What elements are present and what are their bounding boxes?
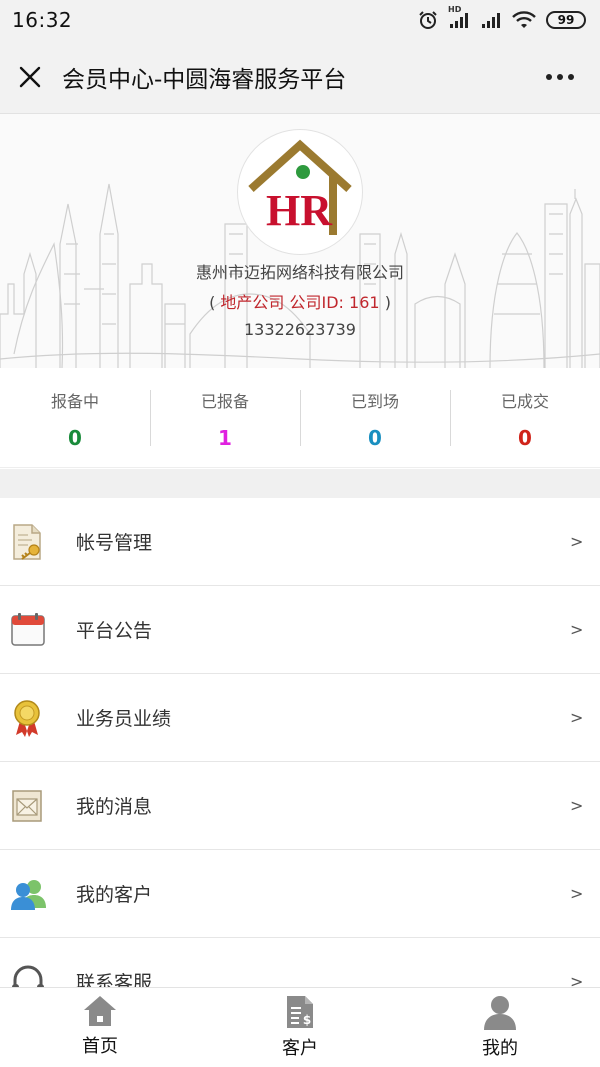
status-icons: HD 99 — [418, 5, 586, 30]
chevron-right-icon: > — [570, 708, 584, 727]
nav-label: 首页 — [82, 1036, 118, 1057]
nav-mine[interactable]: 我的 — [400, 988, 600, 1067]
signal-hd-icon: HD — [448, 5, 470, 29]
document-icon: $ — [287, 996, 313, 1028]
network-label: HD — [448, 5, 462, 14]
stat-reported[interactable]: 已报备 1 — [150, 368, 300, 468]
alarm-icon — [418, 10, 438, 30]
company-phone: 13322623739 — [244, 320, 356, 339]
wifi-icon — [512, 11, 536, 29]
close-icon — [19, 66, 41, 87]
meta-open-paren: ( — [209, 293, 216, 312]
stat-label: 已到场 — [350, 392, 399, 411]
company-logo: HR — [237, 129, 363, 255]
stat-value: 1 — [218, 426, 232, 450]
battery-icon: 99 — [546, 11, 586, 29]
nav-label: 客户 — [282, 1038, 318, 1059]
page-title: 会员中心-中圆海睿服务平台 — [62, 66, 347, 93]
profile-header: HR 惠州市迈拓网络科技有限公司 ( 地产公司 公司ID: 161 ) 1332… — [0, 114, 600, 368]
user-icon — [484, 996, 516, 1030]
menu-label: 我的客户 — [76, 884, 153, 906]
more-button[interactable] — [520, 40, 600, 114]
signal-icon — [480, 11, 502, 29]
nav-label: 我的 — [482, 1038, 518, 1059]
status-bar: 16:32 HD 99 — [0, 0, 600, 40]
home-icon — [84, 996, 116, 1026]
stat-reporting[interactable]: 报备中 0 — [0, 368, 150, 468]
menu-item-customers[interactable]: 我的客户 > — [0, 850, 600, 938]
menu-item-announcements[interactable]: 平台公告 > — [0, 586, 600, 674]
chevron-right-icon: > — [570, 796, 584, 815]
section-gap — [0, 469, 600, 498]
nav-home[interactable]: 首页 — [0, 988, 200, 1067]
menu-label: 平台公告 — [76, 620, 153, 642]
close-button[interactable] — [0, 40, 60, 114]
menu-label: 我的消息 — [76, 796, 153, 818]
bottom-nav: 首页 $ 客户 我的 — [0, 987, 600, 1067]
logo-text: HR — [266, 186, 333, 235]
svg-text:$: $ — [303, 1013, 311, 1027]
menu-item-account[interactable]: 帐号管理 > — [0, 498, 600, 586]
users-icon — [0, 878, 76, 910]
menu-label: 业务员业绩 — [76, 708, 172, 730]
menu-item-messages[interactable]: 我的消息 > — [0, 762, 600, 850]
stat-label: 报备中 — [50, 392, 99, 411]
status-time: 16:32 — [12, 8, 73, 32]
stat-value: 0 — [68, 426, 82, 450]
title-bar: 会员中心-中圆海睿服务平台 — [0, 40, 600, 114]
chevron-right-icon: > — [570, 884, 584, 903]
calendar-icon — [0, 612, 76, 647]
chevron-right-icon: > — [570, 532, 584, 551]
account-key-icon — [0, 523, 76, 561]
chevron-right-icon: > — [570, 620, 584, 639]
stat-value: 0 — [518, 426, 532, 450]
stat-closed[interactable]: 已成交 0 — [450, 368, 600, 468]
more-icon — [546, 73, 574, 80]
medal-icon — [0, 699, 76, 737]
company-id-label: 公司ID: — [289, 293, 344, 312]
company-type: 地产公司 — [220, 293, 285, 312]
stat-label: 已成交 — [500, 392, 549, 411]
stat-value: 0 — [368, 426, 382, 450]
stats-bar: 报备中 0 已报备 1 已到场 0 已成交 0 — [0, 368, 600, 468]
company-id: 161 — [349, 293, 380, 312]
company-meta: ( 地产公司 公司ID: 161 ) — [0, 289, 600, 313]
meta-close-paren: ) — [384, 293, 391, 312]
stat-arrived[interactable]: 已到场 0 — [300, 368, 450, 468]
nav-customers[interactable]: $ 客户 — [200, 988, 400, 1067]
company-name: 惠州市迈拓网络科技有限公司 — [195, 263, 404, 282]
stat-label: 已报备 — [200, 392, 249, 411]
menu-list: 帐号管理 > 平台公告 > 业务员业绩 > 我的消息 > 我的客户 > 联系客服 — [0, 498, 600, 1026]
envelope-icon — [0, 789, 76, 823]
menu-item-performance[interactable]: 业务员业绩 > — [0, 674, 600, 762]
menu-label: 帐号管理 — [76, 532, 153, 554]
